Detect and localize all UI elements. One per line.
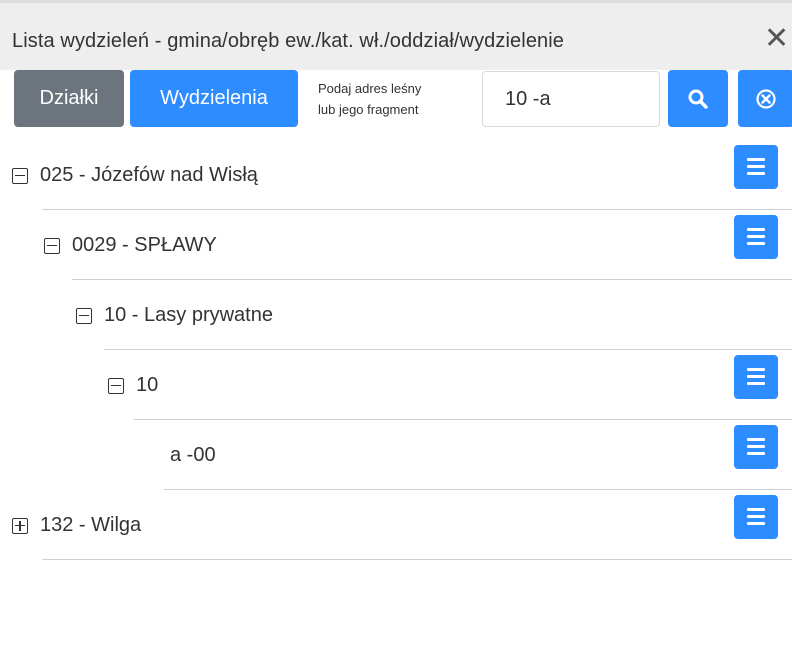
tree-node-label: 132 - Wilga xyxy=(40,514,142,536)
search-hint: Podaj adres leśny lub jego fragment xyxy=(318,78,468,120)
row-divider xyxy=(42,559,792,560)
collapse-icon[interactable] xyxy=(44,237,60,254)
wydzielenia-button[interactable]: Wydzielenia xyxy=(130,70,298,127)
hamburger-icon xyxy=(747,368,765,371)
tree-node-label: a -00 xyxy=(170,444,216,466)
dialog-title: Lista wydzieleń - gmina/obręb ew./kat. w… xyxy=(12,30,565,52)
hamburger-icon xyxy=(747,158,765,161)
tree-node[interactable]: 025 - Józefów nad Wisłą xyxy=(12,164,258,187)
hamburger-icon xyxy=(747,438,765,441)
tree-row: 10 - Lasy prywatne xyxy=(0,280,792,350)
search-input[interactable] xyxy=(482,71,660,127)
expand-icon[interactable] xyxy=(12,517,28,534)
tree-node[interactable]: 0029 - SPŁAWY xyxy=(44,234,217,257)
tree-node-label: 10 xyxy=(136,374,159,396)
hamburger-icon xyxy=(747,508,765,511)
collapse-icon[interactable] xyxy=(76,307,92,324)
tree-node[interactable]: 10 xyxy=(108,374,158,397)
search-button[interactable] xyxy=(668,70,728,127)
tree-row: 025 - Józefów nad Wisłą xyxy=(0,140,792,210)
search-hint-line1: Podaj adres leśny xyxy=(318,81,422,96)
row-menu-button[interactable] xyxy=(734,425,778,469)
tree-row: 0029 - SPŁAWY xyxy=(0,210,792,280)
row-menu-button[interactable] xyxy=(734,215,778,259)
toolbar: Działki Wydzielenia Podaj adres leśny lu… xyxy=(0,70,792,130)
dzialki-button[interactable]: Działki xyxy=(14,70,124,127)
tree-node-label: 0029 - SPŁAWY xyxy=(72,234,217,256)
search-hint-line2: lub jego fragment xyxy=(318,102,419,117)
collapse-icon[interactable] xyxy=(108,377,124,394)
tree-node[interactable]: 132 - Wilga xyxy=(12,514,141,537)
tree-node-label: 025 - Józefów nad Wisłą xyxy=(40,164,258,186)
tree-row: 132 - Wilga xyxy=(0,490,792,560)
dialog-titlebar: Lista wydzieleń - gmina/obręb ew./kat. w… xyxy=(0,0,792,70)
clear-search-button[interactable] xyxy=(738,70,792,127)
row-menu-button[interactable] xyxy=(734,145,778,189)
tree-row: 10 xyxy=(0,350,792,420)
tree-node[interactable]: a -00 xyxy=(170,444,216,467)
tree-node-label: 10 - Lasy prywatne xyxy=(104,304,273,326)
hamburger-icon xyxy=(747,228,765,231)
tree-row: a -00 xyxy=(0,420,792,490)
clear-circle-icon xyxy=(756,88,776,109)
collapse-icon[interactable] xyxy=(12,167,28,184)
search-icon xyxy=(688,89,708,109)
close-icon[interactable]: ✕ xyxy=(764,21,792,57)
row-menu-button[interactable] xyxy=(734,355,778,399)
tree-node[interactable]: 10 - Lasy prywatne xyxy=(76,304,273,327)
row-menu-button[interactable] xyxy=(734,495,778,539)
